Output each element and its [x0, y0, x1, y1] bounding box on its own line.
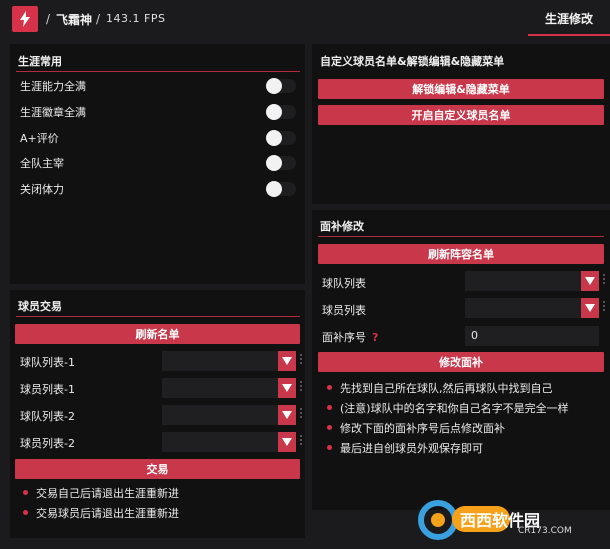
apply-face-button[interactable]: 修改面补: [318, 352, 604, 372]
fps-counter: 143.1 FPS: [106, 12, 166, 25]
panel-divider: [16, 71, 300, 72]
toggle-knob: [266, 155, 282, 171]
note-bullet: [327, 445, 332, 450]
app-title: 飞霜神: [56, 13, 93, 27]
trade-button[interactable]: 交易: [15, 459, 300, 479]
player-trade-panel: 球员交易 刷新名单 球队列表-1 球员列表-1 球队列表-2 球员列表-2 交易…: [10, 290, 305, 538]
note-bullet: [327, 405, 332, 410]
lightning-logo-icon: [12, 6, 38, 32]
title-bar: / 飞霜神 / 143.1 FPS 生涯修改: [0, 0, 610, 40]
note-bullet: [327, 385, 332, 390]
drag-handle: [300, 354, 302, 368]
trade-player-list-1-select[interactable]: [162, 378, 296, 398]
tab-career-edit[interactable]: 生涯修改: [528, 0, 610, 36]
toggle-knob: [266, 181, 282, 197]
trade-team-list-2-select[interactable]: [162, 405, 296, 425]
refresh-lineup-button[interactable]: 刷新阵容名单: [318, 244, 604, 264]
face-note-2: (注意)球队中的名字和你自己名字不是完全一样: [340, 402, 569, 415]
drag-handle: [603, 274, 605, 288]
face-edit-panel: 面补修改 刷新阵容名单 球队列表 球员列表 面补序号? 0 修改面补 先找到自己…: [312, 210, 610, 510]
toggle-a-plus[interactable]: [266, 130, 296, 146]
note-bullet: [23, 490, 28, 495]
toggle-knob: [266, 78, 282, 94]
chevron-down-icon[interactable]: [581, 271, 599, 291]
drag-handle: [603, 301, 605, 315]
trade-team-list-1-label: 球队列表-1: [20, 356, 75, 369]
unlock-edit-button[interactable]: 解锁编辑&隐藏菜单: [318, 79, 604, 99]
chevron-down-icon[interactable]: [581, 298, 599, 318]
watermark-subtext: CR173.COM: [518, 526, 572, 536]
panel-title: 球员交易: [18, 300, 62, 313]
watermark-logo: 西西软件园 CR173.COM: [418, 500, 593, 540]
title-separator: /: [46, 12, 51, 26]
trade-team-list-1-select[interactable]: [162, 351, 296, 371]
trade-player-list-2-label: 球员列表-2: [20, 437, 75, 450]
panel-title: 自定义球员名单&解锁编辑&隐藏菜单: [320, 55, 505, 68]
toggle-badge-max[interactable]: [266, 104, 296, 120]
career-common-panel: 生涯常用 生涯能力全满 生涯徽章全满 A+评价 全队主宰 关闭体力: [10, 44, 305, 284]
face-note-1: 先找到自己所在球队,然后再球队中找到自己: [340, 382, 553, 395]
face-note-4: 最后进自创球员外观保存即可: [340, 442, 483, 455]
trade-note-1: 交易自己后请退出生涯重新进: [36, 487, 179, 500]
face-player-list-select[interactable]: [465, 298, 599, 318]
custom-roster-panel: 自定义球员名单&解锁编辑&隐藏菜单 解锁编辑&隐藏菜单 开启自定义球员名单: [312, 44, 610, 204]
chevron-down-icon[interactable]: [278, 351, 296, 371]
face-player-list-label: 球员列表: [322, 304, 366, 317]
help-icon[interactable]: ?: [372, 331, 378, 344]
trade-team-list-2-label: 球队列表-2: [20, 410, 75, 423]
trade-player-list-1-label: 球员列表-1: [20, 383, 75, 396]
face-id-label-text: 面补序号: [322, 331, 366, 344]
toggle-label-disable-stamina: 关闭体力: [20, 183, 64, 196]
face-id-label: 面补序号?: [322, 329, 378, 345]
toggle-knob: [266, 104, 282, 120]
toggle-ability-max[interactable]: [266, 78, 296, 94]
toggle-label-team-dominate: 全队主宰: [20, 157, 64, 170]
toggle-team-dominate[interactable]: [266, 155, 296, 171]
toggle-knob: [266, 130, 282, 146]
toggle-label-a-plus: A+评价: [20, 132, 59, 145]
enable-custom-roster-button[interactable]: 开启自定义球员名单: [318, 105, 604, 125]
chevron-down-icon[interactable]: [278, 378, 296, 398]
toggle-label-ability-max: 生涯能力全满: [20, 80, 86, 93]
chevron-down-icon[interactable]: [278, 405, 296, 425]
panel-title: 生涯常用: [18, 55, 62, 68]
tab-active-indicator: [528, 34, 610, 36]
note-bullet: [327, 425, 332, 430]
trade-player-list-2-select[interactable]: [162, 432, 296, 452]
panel-title: 面补修改: [320, 220, 364, 233]
face-note-3: 修改下面的面补序号后点修改面补: [340, 422, 505, 435]
drag-handle: [300, 381, 302, 395]
face-team-list-select[interactable]: [465, 271, 599, 291]
chevron-down-icon[interactable]: [278, 432, 296, 452]
face-team-list-label: 球队列表: [322, 277, 366, 290]
trade-note-2: 交易球员后请退出生涯重新进: [36, 507, 179, 520]
refresh-roster-button[interactable]: 刷新名单: [15, 324, 300, 344]
note-bullet: [23, 510, 28, 515]
toggle-label-badge-max: 生涯徽章全满: [20, 106, 86, 119]
toggle-disable-stamina[interactable]: [266, 181, 296, 197]
face-id-input[interactable]: 0: [465, 326, 599, 346]
fps-separator: /: [96, 12, 101, 26]
drag-handle: [300, 435, 302, 449]
drag-handle: [300, 408, 302, 422]
panel-divider: [318, 236, 604, 237]
panel-divider: [16, 316, 300, 317]
